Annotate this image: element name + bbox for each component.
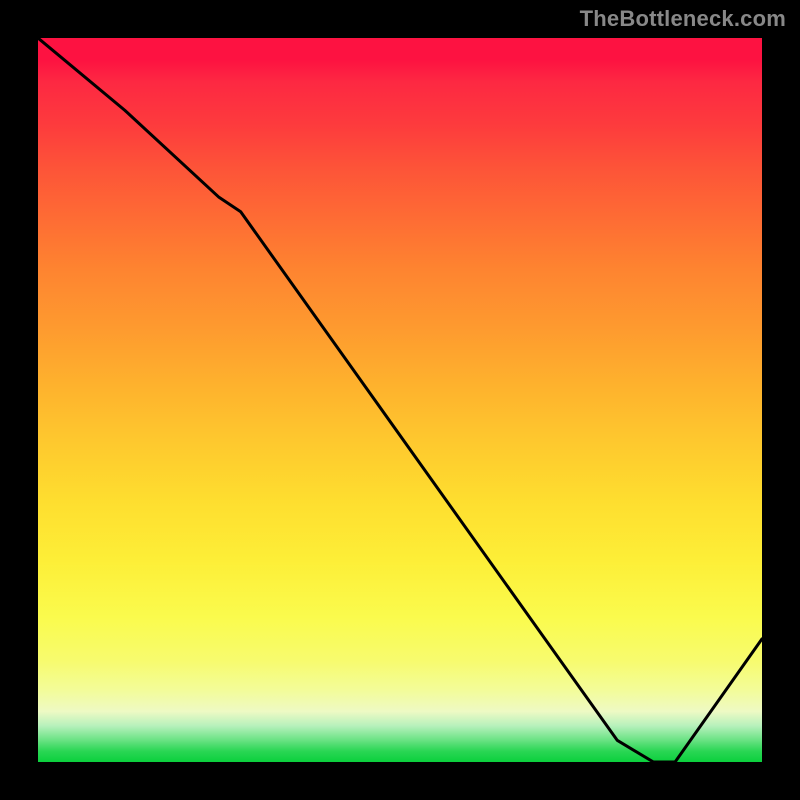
plot-area <box>38 38 762 762</box>
chart-frame: TheBottleneck.com <box>0 0 800 800</box>
bottleneck-curve <box>38 38 762 762</box>
watermark-text: TheBottleneck.com <box>580 6 786 32</box>
